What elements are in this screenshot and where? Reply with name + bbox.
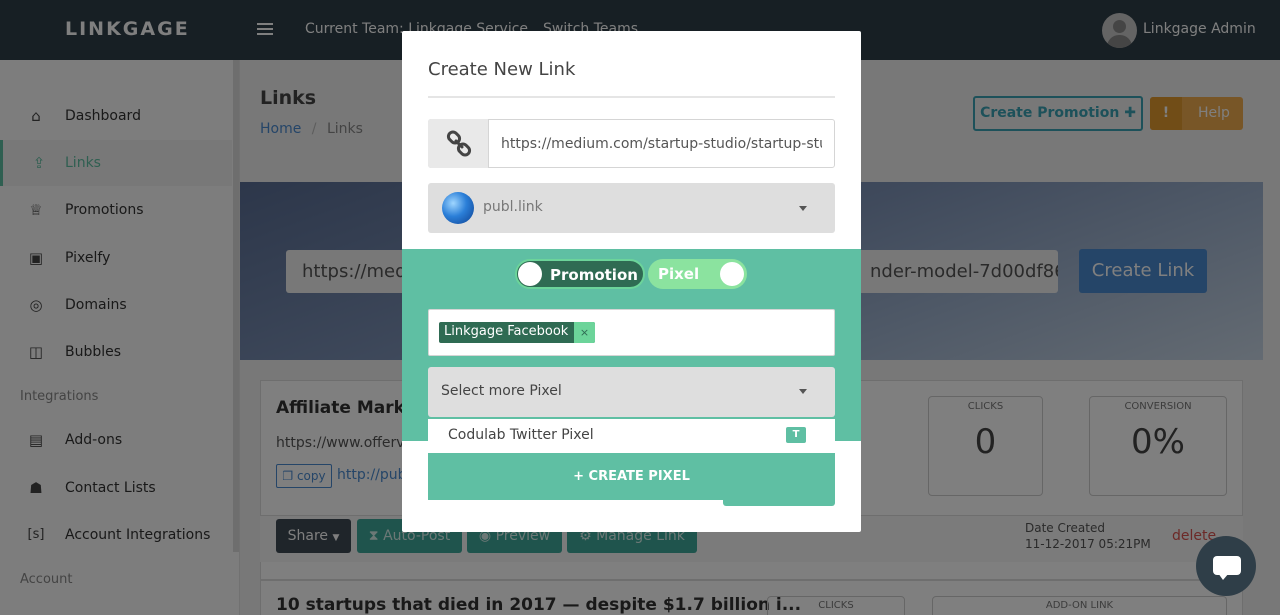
pixel-toggle[interactable]: Pixel: [648, 259, 747, 289]
modal-divider: [428, 96, 835, 98]
pixel-tag: Linkgage Facebook ×: [439, 322, 595, 343]
remove-tag-icon[interactable]: ×: [574, 322, 595, 343]
create-pixel-button[interactable]: + CREATE PIXEL: [428, 453, 835, 500]
promotion-toggle-label: Promotion: [550, 266, 638, 284]
url-field[interactable]: [489, 120, 834, 167]
toggle-knob: [720, 262, 744, 286]
modal-title: Create New Link: [428, 59, 576, 80]
pixel-tag-label: Linkgage Facebook: [444, 324, 569, 339]
pixel-toggle-label: Pixel: [658, 265, 700, 283]
chevron-down-icon: [799, 206, 807, 211]
promotion-toggle[interactable]: Promotion: [515, 259, 645, 289]
domain-value: publ.link: [483, 199, 543, 215]
chevron-down-icon: [799, 389, 807, 394]
chat-launcher[interactable]: [1196, 536, 1256, 596]
twitter-badge-icon: T: [786, 427, 806, 443]
toggle-knob: [518, 262, 542, 286]
pixel-option-label: Codulab Twitter Pixel: [448, 427, 594, 443]
select-more-pixel-placeholder: Select more Pixel: [441, 383, 562, 399]
globe-icon: [442, 192, 474, 224]
link-chain-icon: [428, 119, 489, 168]
